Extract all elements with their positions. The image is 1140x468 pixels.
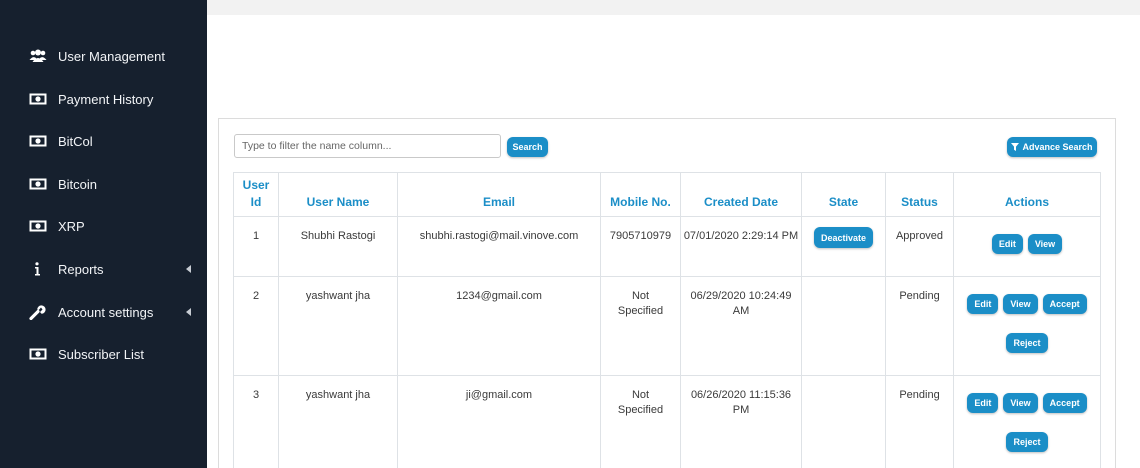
top-bar xyxy=(207,0,1140,15)
sidebar-item-xrp[interactable]: XRP xyxy=(0,208,207,244)
col-header-user-id[interactable]: User Id xyxy=(233,172,279,217)
sidebar-item-bitcoin[interactable]: Bitcoin xyxy=(0,166,207,202)
sidebar-item-subscriber-list[interactable]: Subscriber List xyxy=(0,336,207,372)
cell-actions: Edit View Accept Reject xyxy=(953,375,1101,468)
cell-created-date: 06/29/2020 10:24:49 AM xyxy=(680,276,802,376)
cell-user-id: 2 xyxy=(233,276,279,376)
advance-search-button[interactable]: Advance Search xyxy=(1007,137,1097,157)
edit-button[interactable]: Edit xyxy=(967,294,999,314)
filter-icon xyxy=(1011,143,1020,151)
sidebar-item-bitcol[interactable]: BitCol xyxy=(0,123,207,159)
money-icon xyxy=(29,134,47,148)
col-header-created-date[interactable]: Created Date xyxy=(680,172,802,217)
sidebar: User Management Payment History BitCol B… xyxy=(0,0,207,468)
cell-user-id: 3 xyxy=(233,375,279,468)
col-header-actions: Actions xyxy=(953,172,1101,217)
cell-actions: Edit View xyxy=(953,216,1101,277)
sidebar-item-label: BitCol xyxy=(58,133,93,149)
money-icon xyxy=(29,219,47,233)
col-header-email[interactable]: Email xyxy=(397,172,601,217)
cell-email: ji@gmail.com xyxy=(397,375,601,468)
wrench-icon xyxy=(29,305,47,320)
reject-button[interactable]: Reject xyxy=(1006,432,1048,452)
view-button[interactable]: View xyxy=(1003,294,1038,314)
col-header-user-name[interactable]: User Name xyxy=(278,172,398,217)
caret-left-icon xyxy=(186,265,191,273)
cell-state: Deactivate xyxy=(801,216,886,277)
sidebar-item-label: User Management xyxy=(58,48,165,64)
edit-button[interactable]: Edit xyxy=(967,393,999,413)
col-header-mobile[interactable]: Mobile No. xyxy=(600,172,681,217)
sidebar-item-label: XRP xyxy=(58,218,85,234)
cell-created-date: 07/01/2020 2:29:14 PM xyxy=(680,216,802,277)
cell-email: shubhi.rastogi@mail.vinove.com xyxy=(397,216,601,277)
money-icon xyxy=(29,347,47,361)
money-icon xyxy=(29,177,47,191)
sidebar-item-user-management[interactable]: User Management xyxy=(0,38,207,74)
sidebar-item-label: Subscriber List xyxy=(58,346,144,362)
col-header-status[interactable]: Status xyxy=(885,172,954,217)
cell-user-name: Shubhi Rastogi xyxy=(278,216,398,277)
sidebar-item-account-settings[interactable]: Account settings xyxy=(0,294,207,330)
cell-actions: Edit View Accept Reject xyxy=(953,276,1101,376)
cell-user-name: yashwant jha xyxy=(278,375,398,468)
sidebar-item-label: Payment History xyxy=(58,91,154,107)
cell-mobile: Not Specified xyxy=(600,375,681,468)
cell-created-date: 06/26/2020 11:15:36 PM xyxy=(680,375,802,468)
cell-email: 1234@gmail.com xyxy=(397,276,601,376)
sidebar-item-label: Account settings xyxy=(58,304,154,320)
edit-button[interactable]: Edit xyxy=(991,234,1023,254)
caret-left-icon xyxy=(186,308,191,316)
sidebar-item-reports[interactable]: Reports xyxy=(0,251,207,287)
table-row: 2 yashwant jha 1234@gmail.com Not Specif… xyxy=(233,276,1101,376)
money-icon xyxy=(29,92,47,106)
users-icon xyxy=(29,49,47,63)
col-header-state[interactable]: State xyxy=(801,172,886,217)
table-row: 1 Shubhi Rastogi shubhi.rastogi@mail.vin… xyxy=(233,216,1101,277)
cell-mobile: Not Specified xyxy=(600,276,681,376)
sidebar-item-label: Bitcoin xyxy=(58,176,98,192)
cell-user-id: 1 xyxy=(233,216,279,277)
status-badge: Pending xyxy=(885,375,954,468)
status-badge: Pending xyxy=(885,276,954,376)
accept-button[interactable]: Accept xyxy=(1042,393,1087,413)
cell-mobile: 7905710979 xyxy=(600,216,681,277)
table-header-row: User Id User Name Email Mobile No. Creat… xyxy=(233,172,1101,217)
advance-search-label: Advance Search xyxy=(1022,142,1093,152)
cell-state xyxy=(801,375,886,468)
deactivate-button[interactable]: Deactivate xyxy=(813,227,874,248)
info-icon xyxy=(29,262,47,276)
users-table: User Id User Name Email Mobile No. Creat… xyxy=(233,172,1101,468)
sidebar-item-payment-history[interactable]: Payment History xyxy=(0,81,207,117)
cell-state xyxy=(801,276,886,376)
filter-name-input[interactable] xyxy=(234,134,501,158)
accept-button[interactable]: Accept xyxy=(1042,294,1087,314)
sidebar-item-label: Reports xyxy=(58,261,104,277)
reject-button[interactable]: Reject xyxy=(1006,333,1048,353)
search-button[interactable]: Search xyxy=(507,137,548,157)
cell-user-name: yashwant jha xyxy=(278,276,398,376)
status-badge: Approved xyxy=(885,216,954,277)
view-button[interactable]: View xyxy=(1027,234,1063,254)
table-row: 3 yashwant jha ji@gmail.com Not Specifie… xyxy=(233,375,1101,468)
view-button[interactable]: View xyxy=(1003,393,1038,413)
